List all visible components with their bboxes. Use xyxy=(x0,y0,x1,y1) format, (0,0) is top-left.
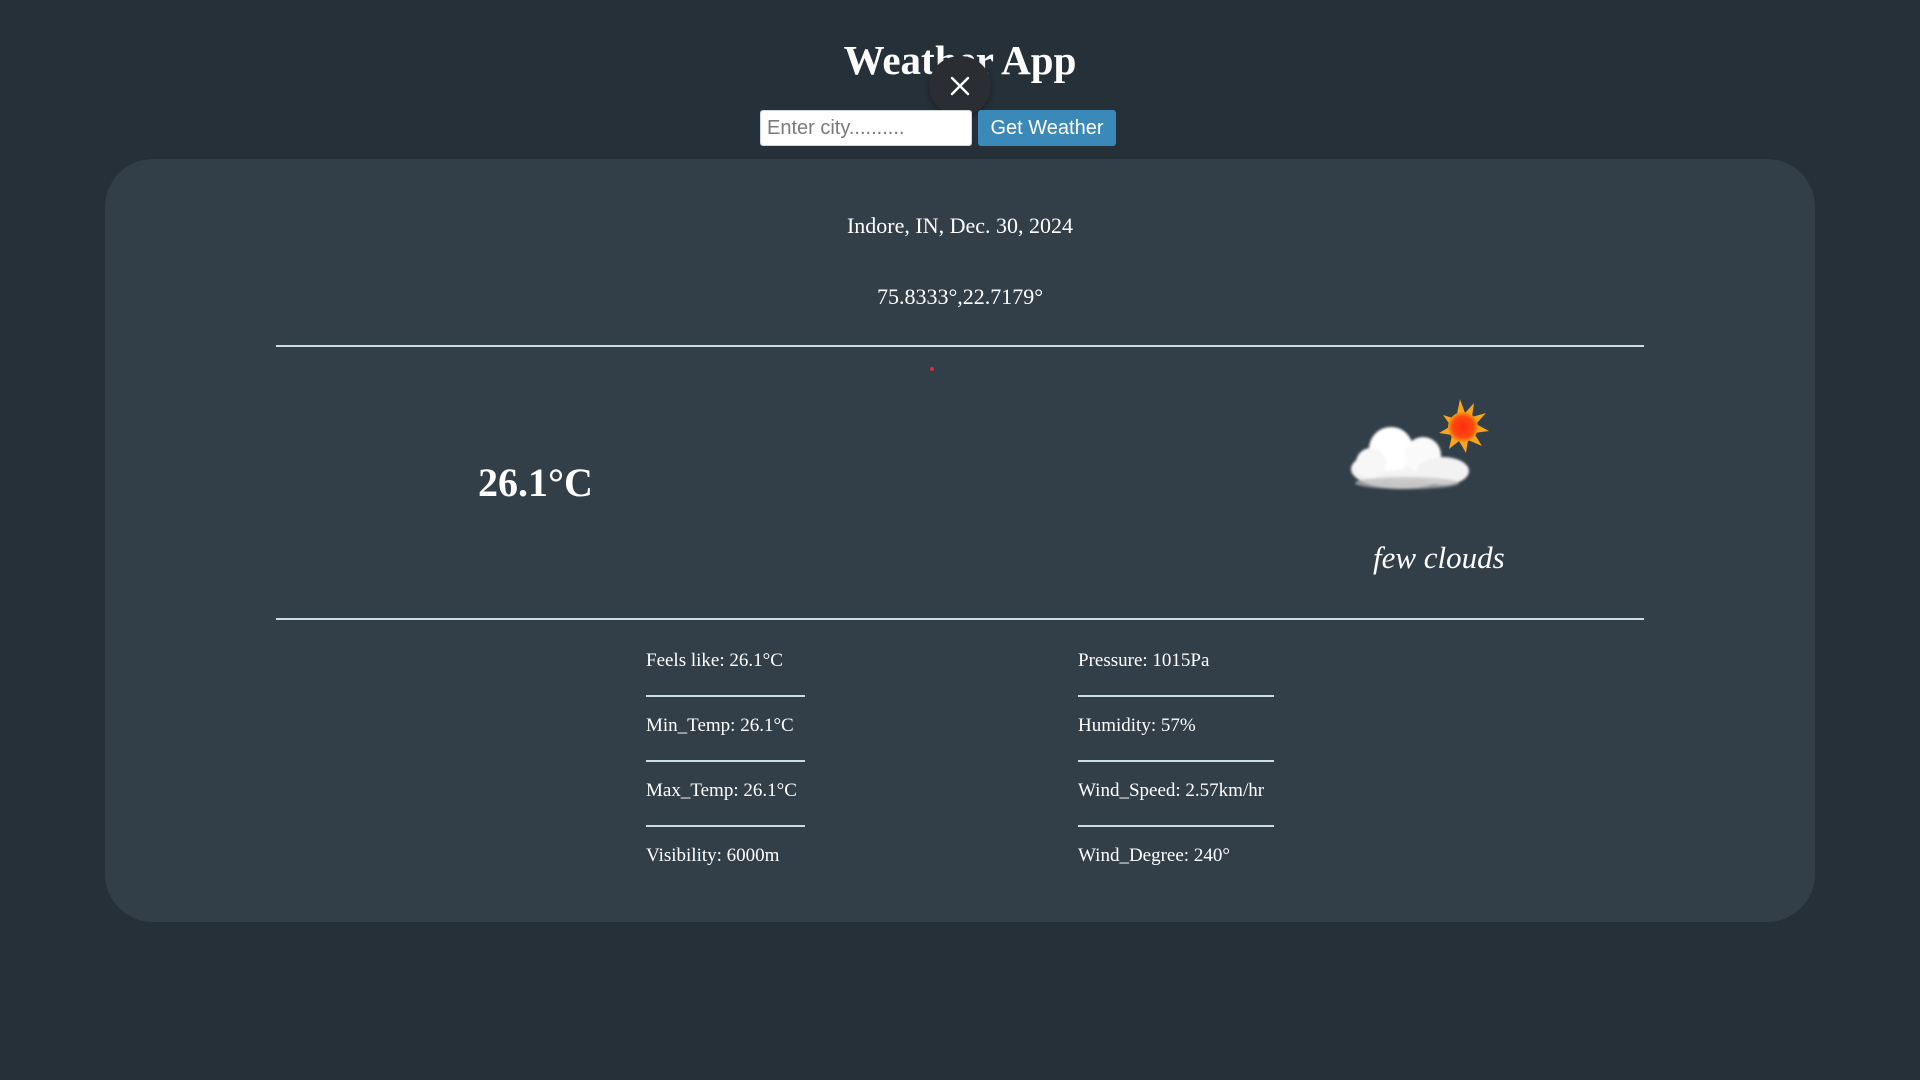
current-temperature: 26.1°C xyxy=(478,460,593,505)
max-temp-stat: Max_Temp: 26.1°C xyxy=(646,776,805,841)
few-clouds-icon xyxy=(1351,399,1489,489)
weather-description: few clouds xyxy=(1373,540,1505,575)
weather-app-page: Weather App Get Weather Indore, IN, Dec.… xyxy=(0,0,1920,1080)
stat-divider xyxy=(1078,760,1274,762)
feels-like-stat: Feels like: 26.1°C xyxy=(646,646,805,711)
visibility-text: Visibility: 6000m xyxy=(646,845,780,866)
humidity-stat: Humidity: 57% xyxy=(1078,711,1274,776)
get-weather-button[interactable]: Get Weather xyxy=(978,110,1116,146)
wind-degree-stat: Wind_Degree: 240° xyxy=(1078,841,1274,906)
close-icon xyxy=(950,76,970,96)
stat-divider xyxy=(646,825,805,827)
stat-divider xyxy=(1078,825,1274,827)
stat-divider xyxy=(1078,695,1274,697)
humidity-text: Humidity: 57% xyxy=(1078,715,1196,736)
pressure-stat: Pressure: 1015Pa xyxy=(1078,646,1274,711)
wind-speed-text: Wind_Speed: 2.57km/hr xyxy=(1078,780,1265,801)
feels-like-text: Feels like: 26.1°C xyxy=(646,650,783,671)
red-dot-marker xyxy=(930,367,934,371)
wind-degree-text: Wind_Degree: 240° xyxy=(1078,845,1230,866)
max-temp-text: Max_Temp: 26.1°C xyxy=(646,780,797,801)
city-search-input[interactable] xyxy=(760,110,972,146)
top-divider xyxy=(276,345,1644,347)
min-temp-stat: Min_Temp: 26.1°C xyxy=(646,711,805,776)
weather-card: Indore, IN, Dec. 30, 2024 75.8333°,22.71… xyxy=(105,159,1815,922)
coordinates: 75.8333°,22.7179° xyxy=(876,284,1044,309)
details-left-column: Feels like: 26.1°C Min_Temp: 26.1°C Max_… xyxy=(646,646,805,906)
details-right-column: Pressure: 1015Pa Humidity: 57% Wind_Spee… xyxy=(1078,646,1274,906)
wind-speed-stat: Wind_Speed: 2.57km/hr xyxy=(1078,776,1274,841)
close-button[interactable] xyxy=(929,56,991,116)
pressure-text: Pressure: 1015Pa xyxy=(1078,650,1210,671)
visibility-stat: Visibility: 6000m xyxy=(646,841,805,906)
bottom-divider xyxy=(276,618,1644,620)
location-date: Indore, IN, Dec. 30, 2024 xyxy=(846,213,1074,238)
min-temp-text: Min_Temp: 26.1°C xyxy=(646,715,794,736)
stat-divider xyxy=(646,760,805,762)
stat-divider xyxy=(646,695,805,697)
search-bar: Get Weather xyxy=(760,110,1116,146)
